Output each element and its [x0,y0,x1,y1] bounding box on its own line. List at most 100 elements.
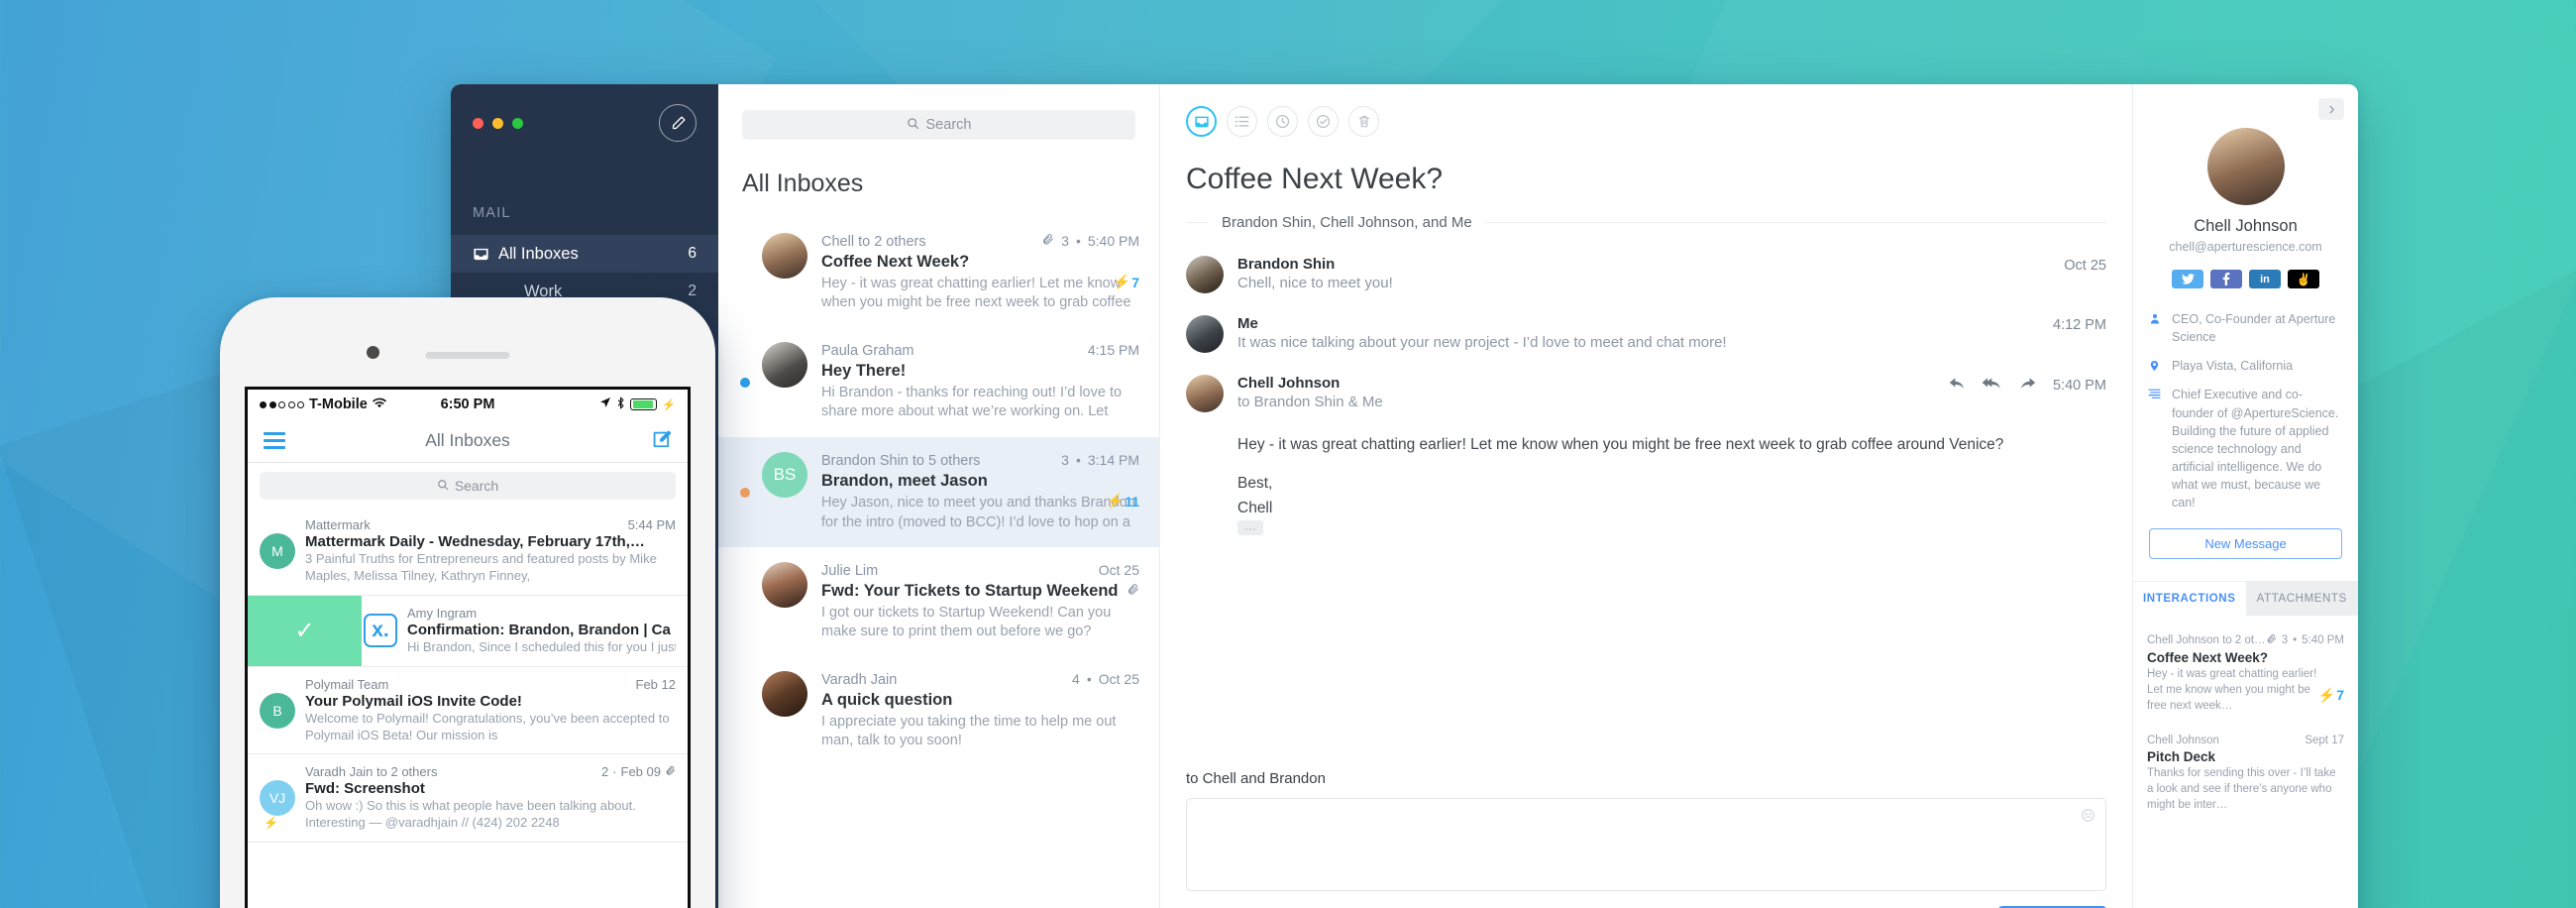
check-icon[interactable]: ✓ [248,595,362,666]
tracking-badge: ⚡ 7 [1113,274,1139,290]
forward-icon[interactable] [2019,377,2036,395]
list-item-subject: Mattermark Daily - Wednesday, February 1… [305,533,645,550]
avatar: B [260,692,295,729]
compose-icon[interactable] [659,104,697,142]
list-item-sender: Chell to 2 others [821,234,926,250]
reply-icon[interactable] [1949,377,1966,395]
contact-detail-text: CEO, Co-Founder at Aperture Science [2172,312,2336,345]
thread-message-collapsed[interactable]: Brandon Shin Chell, nice to meet you! Oc… [1186,245,2106,304]
trash-icon[interactable] [1348,106,1379,137]
list-item-sender: Paula Graham [821,343,914,360]
list-item-subject: Fwd: Screenshot [305,780,425,798]
window-traffic-lights[interactable] [473,117,523,129]
contact-detail-text: Playa Vista, California [2172,359,2294,374]
tab-attachments[interactable]: ATTACHMENTS [2245,582,2358,617]
interaction-sender: Chell Johnson to 2 others [2147,634,2266,647]
tracking-badge: ⚡ 11 [1106,493,1139,510]
sidebar-item-all-inboxes[interactable]: All Inboxes 6 [451,235,718,273]
list-icon[interactable] [1227,106,1257,137]
list-item-sender: Polymail Team [305,676,389,692]
phone-screen: T-Mobile 6:50 PM ⚡ All Inboxes Search M … [245,387,691,908]
list-title: All Inboxes [742,170,864,197]
list-item-preview: Hi Brandon - thanks for reaching out! I’… [821,385,1123,420]
list-item-meta: 2 · Feb 09 [595,764,676,779]
ios-nav-bar: All Inboxes [248,419,688,463]
list-item[interactable]: Chell Johnson to 2 others 3 • 5:40 PM Co… [2147,633,2344,735]
sidebar-item-label: All Inboxes [498,244,579,263]
search-icon [437,478,449,494]
thread-message-expanded[interactable]: Chell Johnson to Brandon Shin & Me 5:40 … [1186,364,2106,423]
list-item[interactable]: Chell to 2 others 3 • 5:40 PM Coffee Nex… [718,218,1159,327]
done-check-icon[interactable] [1308,106,1339,137]
list-item-count: 3 [1061,233,1069,249]
message-time: 4:12 PM [2053,317,2106,333]
meta-separator: • [1086,670,1092,687]
list-item[interactable]: M Mattermark 5:44 PM Mattermark Daily - … [248,508,688,596]
message-signature: Chell [1237,499,1273,516]
avatar [762,670,807,717]
list-item[interactable]: Paula Graham 4:15 PM Hey There! Hi Brand… [718,327,1159,437]
emoji-icon[interactable] [2081,808,2095,827]
reply-all-icon[interactable] [1982,377,2002,395]
snooze-clock-icon[interactable] [1267,106,1298,137]
close-window-button[interactable] [473,117,483,129]
interaction-time: Sept 17 [2305,734,2344,746]
list-item-meta: 4:15 PM [1080,342,1139,358]
bolt-icon: ⚡ [1106,493,1125,510]
list-item-sender: Varadh Jain to 2 others [305,764,438,780]
sidebar-titlebar [451,84,718,162]
avatar [1186,256,1224,293]
compose-quill-icon[interactable] [650,427,672,454]
message-signoff: Best, [1237,474,1273,492]
unread-dot [740,377,750,388]
contact-detail-location: Playa Vista, California [2147,357,2344,386]
expand-quoted-text-button[interactable]: ··· [1237,520,1263,536]
list-item[interactable]: BS Brandon Shin to 5 others 3 • 3:14 PM … [718,437,1159,547]
list-item[interactable]: Julie Lim Oct 25 Fwd: Your Tickets to St… [718,547,1159,656]
compose-recipients[interactable]: to Chell and Brandon [1186,770,2106,798]
new-message-button[interactable]: New Message [2149,528,2342,560]
angellist-icon[interactable]: ✌ [2288,270,2319,288]
list-item[interactable]: VJ Varadh Jain to 2 others 2 · Feb 09 Fw… [248,754,688,844]
search-placeholder: Search [925,117,972,133]
list-item-time: 3:14 PM [1087,452,1139,469]
minimize-window-button[interactable] [492,117,503,129]
search-input[interactable]: Search [742,110,1135,140]
compose-body-input[interactable] [1186,798,2106,891]
search-input[interactable]: Search [260,472,676,500]
chevron-right-icon[interactable] [2318,98,2344,120]
list-item-preview: Welcome to Polymail! Congratulations, yo… [305,710,670,742]
thread-message-collapsed[interactable]: Me It was nice talking about your new pr… [1186,304,2106,364]
list-item-meta: Oct 25 [1091,562,1139,578]
search-placeholder: Search [454,478,499,494]
list-item-sender: Mattermark [305,517,371,532]
list-item-preview: Hey Jason, nice to meet you and thanks B… [821,495,1135,530]
list-item[interactable]: Varadh Jain 4 • Oct 25 A quick question … [718,656,1159,765]
list-item-sender: Julie Lim [821,562,879,579]
list-item-subject: Brandon, meet Jason [821,472,988,491]
avatar: x. [364,614,397,648]
archive-inbox-icon[interactable] [1186,106,1217,137]
unread-dot [740,487,750,498]
email-list: Chell to 2 others 3 • 5:40 PM Coffee Nex… [718,218,1159,765]
inbox-icon [473,247,498,262]
desktop-app-window: MAIL All Inboxes 6 Work 2 4 [451,84,2358,908]
list-item-time: 4:15 PM [1087,342,1139,359]
tab-interactions[interactable]: INTERACTIONS [2133,582,2246,617]
list-item-preview: Oh wow :) So this is what people have be… [305,798,636,831]
page-title: Coffee Next Week? [1186,163,1444,195]
interactions-list: Chell Johnson to 2 others 3 • 5:40 PM Co… [2133,616,2358,843]
list-item-time: Oct 25 [1098,670,1139,687]
avatar [2206,128,2285,205]
hamburger-icon[interactable] [264,432,285,449]
bio-lines-icon [2147,386,2162,511]
list-item[interactable]: Chell Johnson Sept 17 Pitch Deck Thanks … [2147,735,2344,844]
list-item-swiped[interactable]: ✓ x. Amy Ingram Confirmation: Brandon, B… [248,595,688,667]
list-item-preview: Hey - it was great chatting earlier! Let… [821,276,1131,311]
twitter-icon[interactable] [2172,270,2203,288]
maximize-window-button[interactable] [512,117,523,129]
facebook-icon[interactable] [2210,270,2242,288]
list-item[interactable]: B Polymail Team Feb 12 Your Polymail iOS… [248,667,688,755]
ios-clock: 6:50 PM [440,397,495,412]
linkedin-icon[interactable]: in [2249,270,2281,288]
